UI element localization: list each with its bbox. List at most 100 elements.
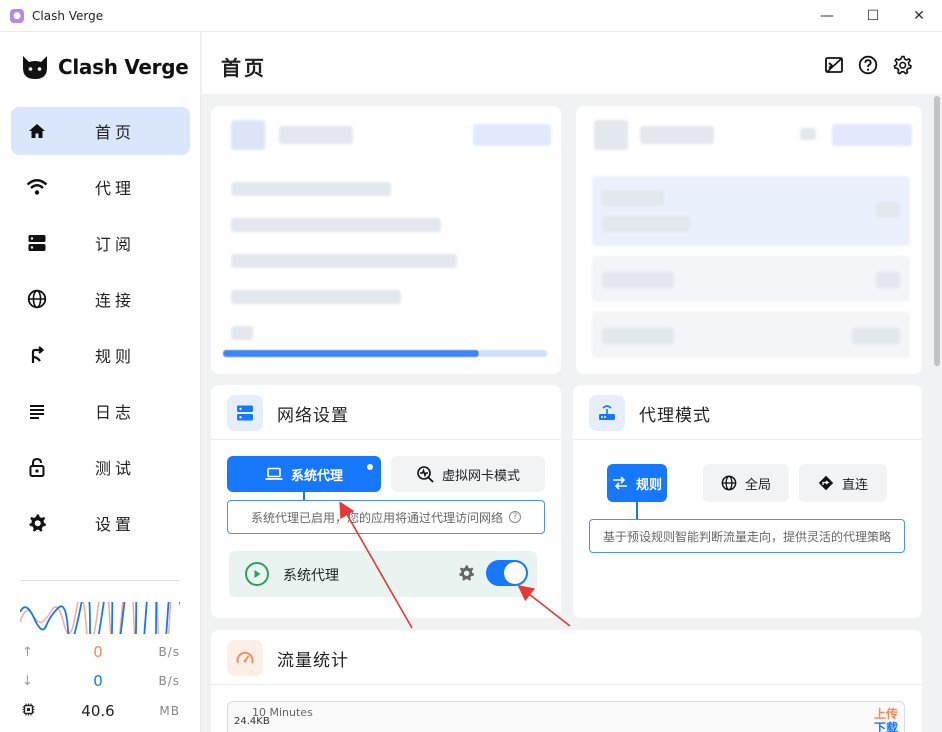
sidebar: Clash Verge 首页 代理 订阅 连接 规则 日志 测试 设置 ↑ 0 … [0, 32, 201, 732]
blurred-block [231, 254, 457, 268]
system-proxy-button[interactable]: 系统代理 [227, 456, 381, 492]
terminal-icon[interactable] [823, 54, 845, 76]
system-proxy-row-label: 系统代理 [283, 568, 339, 584]
connector-line [636, 502, 638, 519]
arrow-down-icon: ↓ [22, 673, 33, 689]
sidebar-item-logs[interactable]: 日志 [11, 387, 190, 435]
sidebar-item-label: 订阅 [95, 235, 136, 254]
rule-mode-hint: 基于预设规则智能判断流量走向，提供灵活的代理策略 [589, 519, 905, 553]
blurred-block [473, 124, 551, 146]
download-speed-value: 0 [93, 672, 103, 690]
download-speed-row: ↓ 0 B/s [20, 671, 180, 691]
blurred-block [602, 190, 664, 206]
blurred-block [231, 290, 401, 304]
rule-mode-label: 规则 [635, 477, 662, 493]
tun-mode-label: 虚拟网卡模式 [441, 468, 520, 484]
sidebar-item-home[interactable]: 首页 [11, 107, 190, 155]
blurred-block [876, 272, 900, 288]
sidebar-item-label: 测试 [95, 459, 136, 478]
direct-mode-button[interactable]: 直连 [799, 464, 887, 502]
global-mode-label: 全局 [744, 477, 771, 493]
maximize-button[interactable]: ☐ [850, 0, 896, 32]
system-proxy-hint: 系统代理已启用，您的应用将通过代理访问网络 ? [227, 500, 545, 534]
cat-logo-icon [23, 56, 47, 79]
rule-mode-button[interactable]: 规则 [607, 464, 667, 502]
minimize-button[interactable]: — [804, 0, 850, 32]
blurred-block [800, 128, 816, 140]
sidebar-item-subscription[interactable]: 订阅 [11, 219, 190, 267]
list-icon [26, 400, 48, 422]
page-header: 首页 [202, 32, 942, 94]
close-button[interactable]: ✕ [896, 0, 942, 32]
blurred-block [592, 176, 910, 246]
dns-icon [26, 232, 48, 254]
traffic-mini-panel: ↑ 0 B/s ↓ 0 B/s 40.6 MB [20, 580, 180, 720]
sidebar-item-label: 日志 [95, 403, 136, 422]
memory-value: 40.6 [81, 702, 115, 720]
sidebar-item-connections[interactable]: 连接 [11, 275, 190, 323]
system-proxy-toggle[interactable] [486, 560, 528, 586]
help-icon[interactable] [857, 54, 879, 76]
memory-row: 40.6 MB [20, 701, 180, 721]
blurred-block [231, 182, 391, 196]
settings-icon[interactable] [891, 54, 913, 76]
sidebar-item-rules[interactable]: 规则 [11, 331, 190, 379]
upload-speed-value: 0 [93, 643, 103, 661]
traffic-sparkline [20, 602, 180, 634]
lock-icon [26, 456, 48, 478]
app-icon: ● [10, 8, 24, 23]
main-content: 网络设置 系统代理 虚拟网卡模式 系统代理已启用，您的应用将通过代理访问网络 ?… [202, 94, 942, 732]
traffic-chart: 10 Minutes 24.4KB 上传 下载 [227, 701, 905, 732]
sidebar-item-label: 规则 [95, 347, 136, 366]
system-proxy-row: 系统代理 [229, 551, 537, 597]
sidebar-item-proxy[interactable]: 代理 [11, 163, 190, 211]
arrow-up-icon: ↑ [22, 644, 33, 660]
upload-speed-row: ↑ 0 B/s [20, 642, 180, 662]
logo-text: Clash Verge [58, 55, 189, 79]
speedometer-icon [227, 640, 263, 676]
help-circle-icon[interactable]: ? [509, 511, 521, 523]
router-icon [589, 395, 625, 431]
globe-icon [26, 288, 48, 310]
title-bar: ● Clash Verge — ☐ ✕ [0, 0, 942, 32]
tun-mode-button[interactable]: 虚拟网卡模式 [391, 456, 545, 492]
globe-icon [721, 475, 737, 491]
card-header: 流量统计 [211, 630, 922, 685]
proxy-mode-card: 代理模式 规则 全局 直连 基于预设规则智能判断流量走向，提供灵活的代理策略 [573, 385, 922, 618]
card-title: 网络设置 [277, 406, 349, 426]
card-title: 流量统计 [277, 651, 349, 671]
window-title: Clash Verge [32, 8, 104, 23]
sidebar-item-label: 连接 [95, 291, 136, 310]
global-mode-button[interactable]: 全局 [703, 464, 789, 502]
laptop-icon [265, 467, 283, 481]
blurred-block [231, 120, 265, 150]
blurred-block [594, 120, 628, 150]
blurred-progress-track [479, 350, 547, 357]
direct-mode-label: 直连 [841, 477, 868, 493]
upload-speed-unit: B/s [158, 645, 180, 659]
card-title: 代理模式 [639, 406, 711, 426]
play-icon [245, 562, 269, 586]
blurred-proxy-card [576, 106, 922, 374]
blurred-block [231, 218, 441, 232]
sidebar-item-label: 设置 [95, 515, 136, 534]
page-title: 首页 [221, 56, 267, 80]
traffic-stats-card: 流量统计 10 Minutes 24.4KB 上传 下载 [211, 630, 922, 732]
proxy-settings-gear-icon[interactable] [457, 564, 477, 584]
sidebar-item-settings[interactable]: 设置 [11, 499, 190, 547]
sidebar-nav: 首页 代理 订阅 连接 规则 日志 测试 设置 [11, 107, 190, 555]
content-scrollbar[interactable] [934, 96, 940, 366]
blurred-block [832, 124, 912, 146]
connector-line [303, 492, 305, 500]
home-icon [26, 120, 48, 142]
swap-arrows-icon [612, 476, 628, 490]
memory-unit: MB [159, 704, 180, 718]
blurred-block [602, 272, 674, 288]
memory-chip-icon [22, 703, 35, 720]
sidebar-item-test[interactable]: 测试 [11, 443, 190, 491]
network-settings-card: 网络设置 系统代理 虚拟网卡模式 系统代理已启用，您的应用将通过代理访问网络 ?… [211, 385, 561, 618]
legend-download: 下载 [873, 721, 898, 732]
card-header: 代理模式 [573, 385, 922, 440]
blurred-block [602, 328, 674, 344]
network-icon [227, 395, 263, 431]
